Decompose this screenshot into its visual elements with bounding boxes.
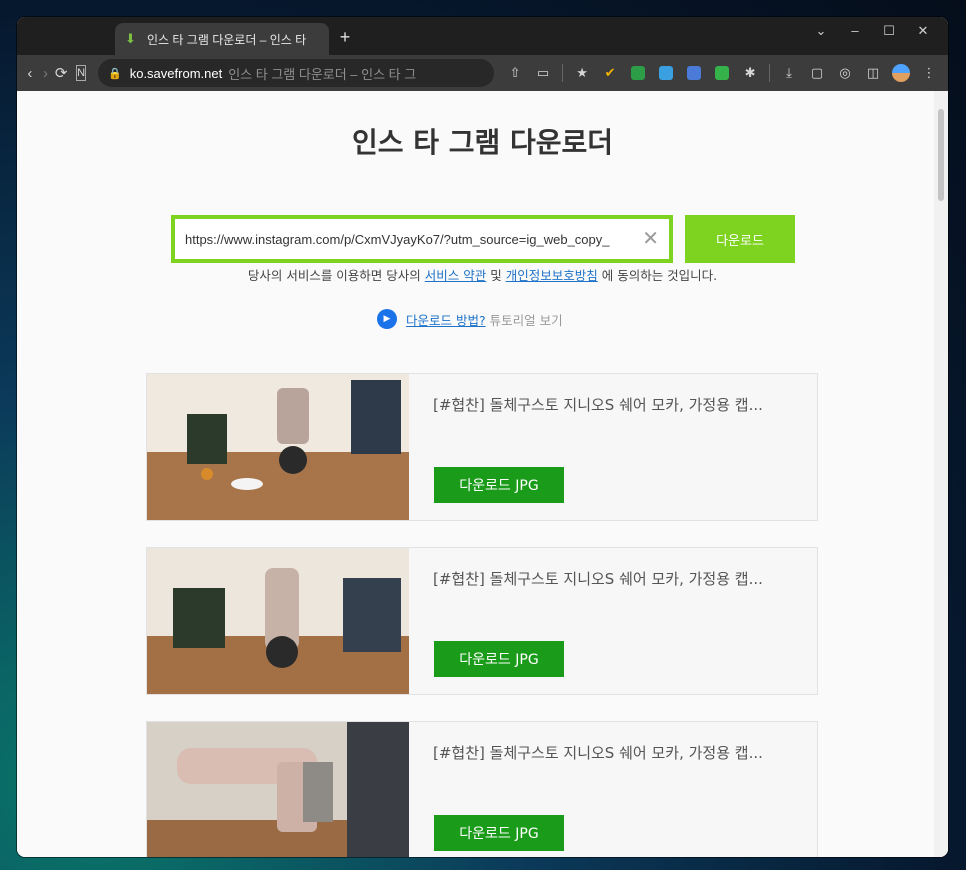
download-jpg-button[interactable]: 다운로드 JPG [434,467,564,503]
close-button[interactable]: ✕ [906,21,940,41]
lock-icon: 🔒 [108,67,122,80]
scrollbar-thumb[interactable] [938,109,944,201]
play-icon[interactable]: ▶ [377,309,397,329]
title-bar: ⬇ 인스 타 그램 다운로더 – 인스 타 + ⌄ – ☐ ✕ [17,17,948,55]
result-body: [#협찬] 돌체구스토 지니오S 쉐어 모카, 가정용 캡... 다운로드 JP… [409,722,817,857]
download-button[interactable]: 다운로드 [685,215,795,263]
url-path: 인스 타 그램 다운로더 – 인스 타 그 [228,66,417,82]
naver-icon[interactable]: N [76,65,87,81]
download-jpg-button[interactable]: 다운로드 JPG [434,815,564,851]
terms-prefix: 당사의 서비스를 이용하면 당사의 [247,268,421,283]
result-thumbnail [147,548,409,694]
clear-icon[interactable]: ✕ [642,229,659,249]
url-input-value: https://www.instagram.com/p/CxmVJyayKo7/… [185,231,610,247]
split-view-icon[interactable]: ◫ [860,60,886,86]
forward-icon[interactable]: › [39,59,53,87]
download-arrow-icon: ⬇ [125,31,136,46]
maximize-button[interactable]: ☐ [872,21,906,41]
reload-icon[interactable]: ⟳ [54,59,68,87]
page-title: 인스 타 그램 다운로더 [351,126,614,159]
new-tab-button[interactable]: + [333,27,357,48]
result-thumbnail [147,374,409,520]
menu-kebab-icon[interactable]: ⋮ [916,60,942,86]
howto-link[interactable]: 다운로드 방법? [406,310,486,329]
howto-subtext: 튜토리얼 보기 [489,312,563,328]
search-form: https://www.instagram.com/p/CxmVJyayKo7/… [171,215,795,263]
tab-active[interactable]: ⬇ 인스 타 그램 다운로더 – 인스 타 [115,23,329,55]
share-icon[interactable]: ⇧ [502,60,528,86]
download-jpg-button[interactable]: 다운로드 JPG [434,641,564,677]
results-list: [#협찬] 돌체구스토 지니오S 쉐어 모카, 가정용 캡... 다운로드 JP… [146,373,818,857]
browser-toolbar: ‹ › ⟳ N 🔒 ko.savefrom.net 인스 타 그램 다운로더 –… [17,55,948,91]
browser-window: ⬇ 인스 타 그램 다운로더 – 인스 타 + ⌄ – ☐ ✕ ‹ › ⟳ N … [17,17,948,857]
url-host: ko.savefrom.net [129,65,223,81]
bookmark-star-icon[interactable]: ★ [569,60,595,86]
toolbar-divider [769,64,771,82]
result-card: [#협찬] 돌체구스토 지니오S 쉐어 모카, 가정용 캡... 다운로드 JP… [146,721,818,857]
downloads-icon[interactable]: ⤓ [776,60,802,86]
extension-check-icon[interactable]: ✔ [597,60,623,86]
terms-suffix: 에 동의하는 것입니다. [601,268,718,283]
screenshot-icon[interactable]: ◎ [832,60,858,86]
result-thumbnail [147,722,409,857]
extension-green-icon[interactable] [709,60,735,86]
scrollbar[interactable] [934,91,948,857]
extension-translate-icon[interactable] [681,60,707,86]
window-controls: ⌄ – ☐ ✕ [804,21,940,41]
tab-inactive[interactable] [25,23,115,55]
extension-row: ⇧ ▭ ★ ✔ ✱ ⤓ ▢ ◎ ◫ ⋮ [502,60,942,86]
tab-title: 인스 타 그램 다운로더 – 인스 타 [147,32,307,47]
result-body: [#협찬] 돌체구스토 지니오S 쉐어 모카, 가정용 캡... 다운로드 JP… [409,374,817,520]
extension-shield-icon[interactable] [625,60,651,86]
profile-avatar[interactable] [888,60,914,86]
result-title: [#협찬] 돌체구스토 지니오S 쉐어 모카, 가정용 캡... [433,570,763,588]
address-bar[interactable]: 🔒 ko.savefrom.net 인스 타 그램 다운로더 – 인스 타 그 [98,59,495,87]
capture-icon[interactable]: ▢ [804,60,830,86]
result-card: [#협찬] 돌체구스토 지니오S 쉐어 모카, 가정용 캡... 다운로드 JP… [146,373,818,521]
extension-image-icon[interactable] [653,60,679,86]
privacy-policy-link[interactable]: 개인정보보호방침 [506,268,598,283]
result-card: [#협찬] 돌체구스토 지니오S 쉐어 모카, 가정용 캡... 다운로드 JP… [146,547,818,695]
result-body: [#협찬] 돌체구스토 지니오S 쉐어 모카, 가정용 캡... 다운로드 JP… [409,548,817,694]
minimize-button[interactable]: – [838,21,872,41]
page-content: 인스 타 그램 다운로더 https://www.instagram.com/p… [17,91,948,857]
tab-search-icon[interactable]: ⌄ [804,21,838,41]
back-icon[interactable]: ‹ [23,59,37,87]
result-title: [#협찬] 돌체구스토 지니오S 쉐어 모카, 가정용 캡... [433,396,763,414]
terms-notice: 당사의 서비스를 이용하면 당사의 서비스 약관 및 개인정보보호방침 에 동의… [17,265,948,284]
toolbar-divider [562,64,564,82]
terms-of-service-link[interactable]: 서비스 약관 [425,268,486,283]
result-title: [#협찬] 돌체구스토 지니오S 쉐어 모카, 가정용 캡... [433,744,763,762]
install-app-icon[interactable]: ▭ [530,60,556,86]
extensions-puzzle-icon[interactable]: ✱ [737,60,763,86]
url-input[interactable]: https://www.instagram.com/p/CxmVJyayKo7/… [171,215,673,263]
howto-row: ▶ 다운로드 방법? 튜토리얼 보기 [377,309,563,329]
terms-middle: 및 [490,268,502,283]
